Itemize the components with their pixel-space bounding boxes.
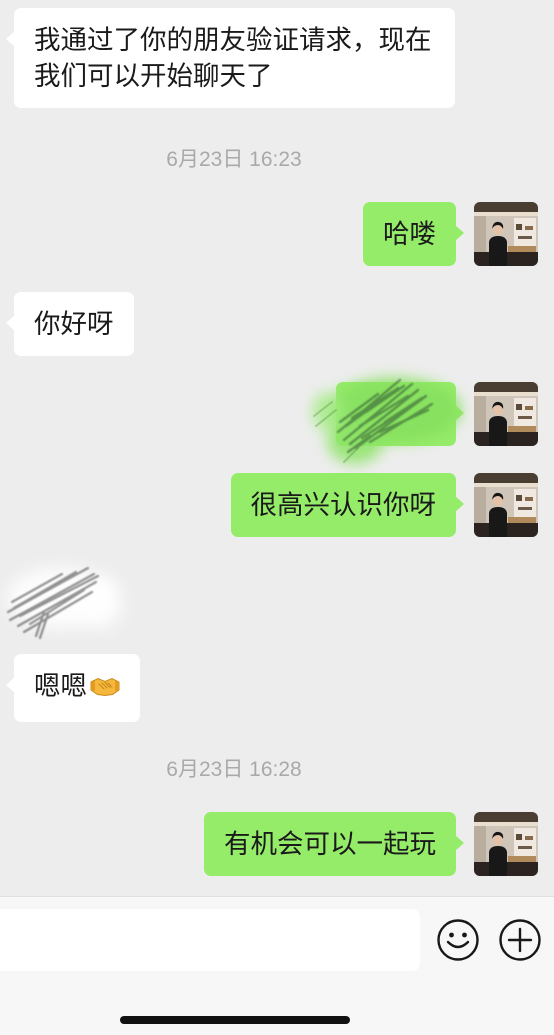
more-button[interactable]: [499, 919, 541, 961]
message-text: 哈喽: [383, 219, 436, 249]
message-bubble-outgoing[interactable]: 很高兴认识你呀: [230, 473, 464, 537]
input-bar: [0, 896, 554, 1035]
message-bubble-incoming[interactable]: 我通过了你的朋友验证请求，现在我们可以开始聊天了: [6, 8, 455, 108]
my-avatar[interactable]: [474, 812, 538, 876]
message-text: 我通过了你的朋友验证请求，现在我们可以开始聊天了: [34, 25, 432, 91]
scribble-redaction-icon: [0, 552, 135, 652]
message-text: 很高兴认识你呀: [250, 490, 437, 520]
timestamp: 6月23日 16:28: [166, 758, 302, 781]
timestamp: 6月23日 16:23: [166, 148, 302, 171]
message-input[interactable]: [0, 909, 420, 971]
plus-circle-icon: [499, 919, 541, 961]
message-bubble-outgoing[interactable]: 哈喽: [363, 202, 464, 266]
home-indicator[interactable]: [120, 1016, 350, 1024]
my-avatar[interactable]: [474, 202, 538, 266]
message-text: 你好呀: [34, 309, 114, 339]
chat-message-list[interactable]: 我通过了你的朋友验证请求，现在我们可以开始聊天了 6月23日 16:23 哈喽 …: [0, 0, 554, 896]
message-text: 有机会可以一起玩: [224, 829, 436, 859]
emoji-button[interactable]: [437, 919, 479, 961]
my-avatar[interactable]: [474, 382, 538, 446]
message-text: 嗯嗯: [34, 671, 87, 701]
message-bubble-outgoing[interactable]: [336, 382, 464, 446]
smiley-face-icon: [437, 919, 479, 961]
handshake-emoji-icon: [90, 672, 120, 708]
message-bubble-outgoing[interactable]: 有机会可以一起玩: [204, 812, 464, 876]
my-avatar[interactable]: [474, 473, 538, 537]
message-bubble-incoming[interactable]: 你好呀: [6, 292, 134, 356]
message-bubble-incoming[interactable]: 嗯嗯: [6, 654, 140, 722]
